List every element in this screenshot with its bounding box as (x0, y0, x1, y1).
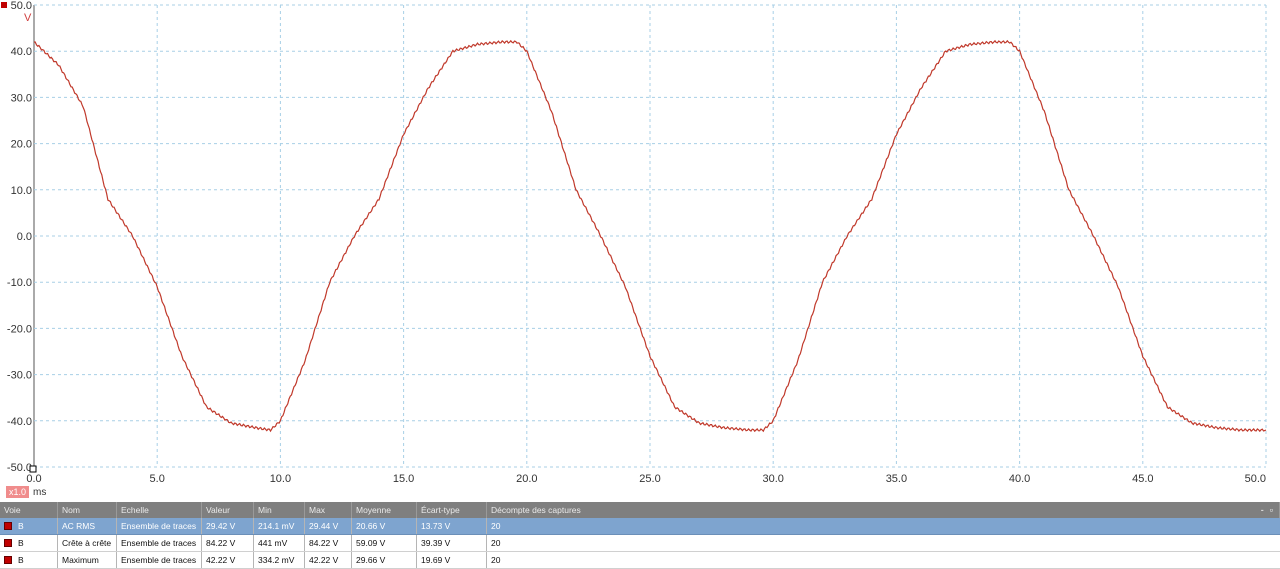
cell-voie: B (0, 518, 58, 534)
x-axis-unit-area: x1.0 ms (6, 486, 46, 498)
minimize-icon[interactable]: - (1261, 505, 1264, 515)
cell-moyenne: 20.66 V (352, 518, 417, 534)
table-row[interactable]: B AC RMS Ensemble de traces 29.42 V 214.… (0, 518, 1280, 535)
cell-min: 214.1 mV (254, 518, 305, 534)
zoom-badge[interactable]: x1.0 (6, 486, 30, 498)
cell-moyenne: 29.66 V (352, 552, 417, 568)
cell-ecart-type: 13.73 V (417, 518, 487, 534)
cell-min: 441 mV (254, 535, 305, 551)
origin-cursor-icon[interactable] (29, 465, 37, 473)
channel-color-icon (4, 539, 12, 547)
x-tick-label: 20.0 (516, 473, 537, 485)
col-header-valeur[interactable]: Valeur (202, 502, 254, 518)
col-header-moyenne[interactable]: Moyenne (352, 502, 417, 518)
col-header-min[interactable]: Min (254, 502, 305, 518)
cell-ecart-type: 19.69 V (417, 552, 487, 568)
col-header-ecart-type[interactable]: Écart-type (417, 502, 487, 518)
oscilloscope-plot[interactable]: 50.0 40.0 30.0 20.0 10.0 0.0 -10.0 -20.0 -30.0 -4… (0, 0, 1280, 500)
x-tick-label: 5.0 (150, 473, 165, 485)
cell-echelle: Ensemble de traces (117, 535, 202, 551)
y-axis-unit: V (24, 12, 32, 24)
x-tick-label: 35.0 (886, 473, 907, 485)
cell-nom: Maximum (58, 552, 117, 568)
cell-echelle: Ensemble de traces (117, 518, 202, 534)
x-tick-label: 25.0 (639, 473, 660, 485)
cell-valeur: 29.42 V (202, 518, 254, 534)
cell-nom: AC RMS (58, 518, 117, 534)
channel-color-icon (4, 522, 12, 530)
y-tick-label: -10.0 (7, 277, 32, 289)
cell-moyenne: 59.09 V (352, 535, 417, 551)
y-tick-label: 0.0 (17, 231, 32, 243)
col-header-decompte[interactable]: Décompte des captures - ▫ (487, 502, 1280, 518)
measurements-header: Voie Nom Echelle Valeur Min Max Moyenne … (0, 502, 1280, 518)
x-tick-label: 0.0 (26, 473, 41, 485)
cell-valeur: 42.22 V (202, 552, 254, 568)
y-tick-label: 50.0 (11, 0, 32, 12)
measurements-table: Voie Nom Echelle Valeur Min Max Moyenne … (0, 502, 1280, 569)
cell-decompte: 20 (491, 555, 501, 565)
x-tick-label: 50.0 (1245, 473, 1266, 485)
channel-marker-icon[interactable] (1, 2, 7, 8)
y-tick-label: -20.0 (7, 323, 32, 335)
cell-min: 334.2 mV (254, 552, 305, 568)
x-tick-label: 30.0 (762, 473, 783, 485)
cell-voie-text: B (18, 538, 24, 548)
cell-voie-text: B (18, 521, 24, 531)
y-tick-label: 10.0 (11, 185, 32, 197)
cell-max: 42.22 V (305, 552, 352, 568)
cell-valeur: 84.22 V (202, 535, 254, 551)
cell-decompte: 20 (491, 538, 501, 548)
cell-voie-text: B (18, 555, 24, 565)
col-header-max[interactable]: Max (305, 502, 352, 518)
x-tick-label: 40.0 (1009, 473, 1030, 485)
col-header-nom[interactable]: Nom (58, 502, 117, 518)
channel-color-icon (4, 556, 12, 564)
col-header-decompte-label: Décompte des captures (491, 505, 581, 515)
cell-max: 84.22 V (305, 535, 352, 551)
col-header-voie[interactable]: Voie (0, 502, 58, 518)
y-tick-label: 30.0 (11, 92, 32, 104)
y-tick-label: -30.0 (7, 370, 32, 382)
panel-window-controls: - ▫ (1261, 505, 1279, 515)
plot-background (0, 0, 1280, 500)
cell-nom: Crête à crête (58, 535, 117, 551)
cell-voie: B (0, 535, 58, 551)
x-tick-label: 15.0 (393, 473, 414, 485)
col-header-echelle[interactable]: Echelle (117, 502, 202, 518)
cell-max: 29.44 V (305, 518, 352, 534)
cell-ecart-type: 39.39 V (417, 535, 487, 551)
x-tick-label: 45.0 (1132, 473, 1153, 485)
table-row[interactable]: B Maximum Ensemble de traces 42.22 V 334… (0, 552, 1280, 569)
table-row[interactable]: B Crête à crête Ensemble de traces 84.22… (0, 535, 1280, 552)
cell-echelle: Ensemble de traces (117, 552, 202, 568)
y-tick-label: -40.0 (7, 416, 32, 428)
x-axis-unit: ms (33, 486, 47, 498)
cell-decompte: 20 (491, 521, 501, 531)
cell-voie: B (0, 552, 58, 568)
y-tick-label: 20.0 (11, 139, 32, 151)
y-tick-label: 40.0 (11, 46, 32, 58)
x-tick-label: 10.0 (270, 473, 291, 485)
restore-icon[interactable]: ▫ (1270, 505, 1273, 515)
